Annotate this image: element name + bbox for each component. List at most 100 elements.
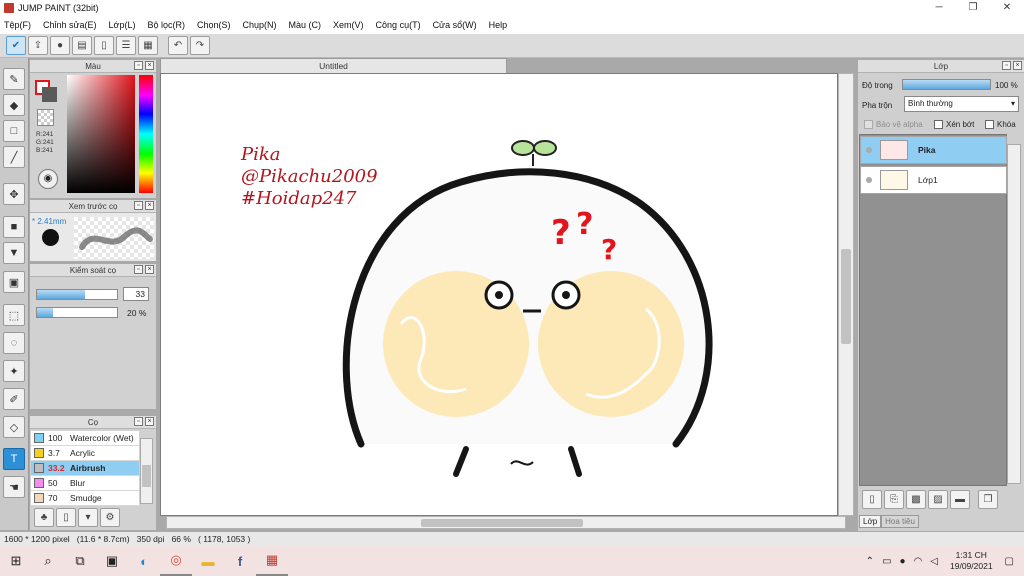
panel-float-icon[interactable]: ▫ [134, 61, 143, 70]
transparent-swatch[interactable] [37, 109, 54, 126]
folder-icon[interactable]: ▬ [192, 546, 224, 576]
facebook-icon[interactable]: f [224, 546, 256, 576]
layer-row-pika[interactable]: Pika [860, 136, 1007, 164]
list-item[interactable]: 3.7 Acrylic [31, 446, 139, 461]
layer-list-scrollbar[interactable] [1007, 144, 1021, 484]
layer-row-lop1[interactable]: Lớp1 [860, 166, 1007, 194]
close-button[interactable]: ✕ [990, 0, 1024, 16]
blend-mode-select[interactable]: Bình thường ▾ [904, 96, 1019, 112]
copy-layer-icon[interactable]: ⎘ [884, 490, 904, 509]
menu-file[interactable]: Tệp(F) [4, 20, 31, 30]
panel-close-icon[interactable]: × [145, 201, 154, 210]
bucket-icon[interactable]: ▼ [3, 242, 25, 264]
hue-slider[interactable] [139, 75, 153, 193]
document-tab[interactable]: Untitled [160, 58, 507, 73]
select-eraser-icon[interactable]: ◇ [3, 416, 25, 438]
edge-icon[interactable]: ◐ [128, 546, 160, 576]
brush-size-value[interactable]: 33 [123, 287, 149, 301]
select-rect-icon[interactable]: ⬚ [3, 304, 25, 326]
visibility-icon[interactable] [866, 177, 872, 183]
text-icon[interactable]: T [3, 448, 25, 470]
menu-layer[interactable]: Lớp(L) [109, 20, 136, 30]
task-view-icon[interactable]: ⧉ [64, 546, 96, 576]
duplicate-icon[interactable]: ❐ [978, 490, 998, 509]
visibility-icon[interactable] [866, 147, 872, 153]
saturation-value-picker[interactable] [67, 75, 135, 193]
volume-icon[interactable]: ◁ [930, 556, 938, 567]
tab-navigator[interactable]: Hoa tiêu [881, 515, 919, 528]
brush-menu-icon[interactable]: ▾ [78, 508, 98, 527]
panel-float-icon[interactable]: ▫ [134, 417, 143, 426]
menu-edit[interactable]: Chỉnh sửa(E) [43, 20, 97, 30]
protect-alpha-checkbox[interactable]: Bảo vệ alpha [864, 120, 923, 130]
new-layer-icon[interactable]: ▯ [862, 490, 882, 509]
redo-icon[interactable]: ↷ [190, 36, 210, 55]
brush-size-slider[interactable] [36, 289, 118, 300]
hand-icon[interactable]: ☚ [3, 476, 25, 498]
drawing-canvas[interactable]: Pika @Pikachu2009 #Hoidap247 ? ? ? [160, 73, 838, 516]
new-brush-icon[interactable]: ▯ [56, 508, 76, 527]
restore-button[interactable]: ❐ [956, 0, 990, 16]
panel-close-icon[interactable]: × [145, 417, 154, 426]
clipping-checkbox[interactable]: Xén bớt [934, 120, 974, 130]
gradient-icon[interactable]: ▣ [3, 271, 25, 293]
menu-capture[interactable]: Chụp(N) [243, 20, 277, 30]
list-item[interactable]: 33.2 Airbrush [31, 461, 139, 476]
battery-icon[interactable]: ▭ [882, 556, 891, 567]
panel-close-icon[interactable]: × [1013, 61, 1022, 70]
brush-tree-icon[interactable]: ♣ [34, 508, 54, 527]
folder-icon[interactable]: ▬ [950, 490, 970, 509]
clock[interactable]: 1:31 CH 19/09/2021 [950, 550, 993, 572]
lasso-icon[interactable]: ◌ [3, 332, 25, 354]
palette-icon[interactable]: ◉ [38, 169, 58, 189]
jump-paint-icon[interactable]: ▦ [256, 546, 288, 576]
brush-list-scrollbar[interactable] [140, 438, 153, 504]
store-icon[interactable]: ▣ [96, 546, 128, 576]
brush-opacity-slider[interactable] [36, 307, 118, 318]
notification-icon[interactable]: ▢ [1005, 556, 1014, 567]
canvas-horizontal-scrollbar[interactable] [166, 516, 846, 529]
chevron-up-icon[interactable]: ⌃ [866, 556, 874, 567]
layer-pattern-icon[interactable]: ▨ [928, 490, 948, 509]
pen-icon[interactable]: ╱ [3, 146, 25, 168]
menu-select[interactable]: Chọn(S) [197, 20, 231, 30]
rectangle-icon[interactable]: □ [3, 120, 25, 142]
select-pen-icon[interactable]: ✐ [3, 388, 25, 410]
panel-float-icon[interactable]: ▫ [134, 265, 143, 274]
chrome-icon[interactable]: ◎ [160, 546, 192, 576]
list-item[interactable]: 70 Smudge [31, 491, 139, 506]
eraser-icon[interactable]: ◆ [3, 94, 25, 116]
brush-settings-icon[interactable]: ⚙ [100, 508, 120, 527]
scroll-thumb[interactable] [421, 519, 583, 527]
menu-help[interactable]: Help [489, 20, 508, 30]
canvas-vertical-scrollbar[interactable] [838, 73, 854, 516]
search-icon[interactable]: ⌕ [32, 546, 64, 576]
wifi-icon[interactable]: ◠ [914, 556, 923, 567]
comment-icon[interactable]: ● [50, 36, 70, 55]
layout-icon[interactable]: ☰ [116, 36, 136, 55]
minimize-button[interactable]: ─ [922, 0, 956, 16]
fill-rect-icon[interactable]: ■ [3, 216, 25, 238]
panel-close-icon[interactable]: × [145, 61, 154, 70]
panel-float-icon[interactable]: ▫ [134, 201, 143, 210]
layer-opacity-slider[interactable] [902, 79, 991, 90]
menu-filter[interactable]: Bộ lọc(R) [147, 20, 185, 30]
microphone-icon[interactable]: ● [900, 556, 906, 567]
list-item[interactable]: 50 Blur [31, 476, 139, 491]
menu-tools[interactable]: Công cụ(T) [376, 20, 421, 30]
undo-icon[interactable]: ↶ [168, 36, 188, 55]
panel-float-icon[interactable]: ▫ [1002, 61, 1011, 70]
list-item[interactable]: 100 Watercolor (Wet) [31, 431, 139, 446]
windows-icon[interactable]: ⊞ [0, 546, 32, 576]
move-icon[interactable]: ✥ [3, 183, 25, 205]
message-icon[interactable]: ▤ [72, 36, 92, 55]
menu-color[interactable]: Màu (C) [289, 20, 322, 30]
lock-checkbox[interactable]: Khóa [985, 120, 1016, 130]
menu-view[interactable]: Xem(V) [333, 20, 364, 30]
scroll-thumb[interactable] [841, 249, 851, 344]
brush-icon[interactable]: ✎ [3, 68, 25, 90]
menu-window[interactable]: Cửa sổ(W) [433, 20, 477, 30]
grid-icon[interactable]: ▦ [138, 36, 158, 55]
secondary-color-swatch[interactable] [42, 87, 57, 102]
export-icon[interactable]: ⇪ [28, 36, 48, 55]
